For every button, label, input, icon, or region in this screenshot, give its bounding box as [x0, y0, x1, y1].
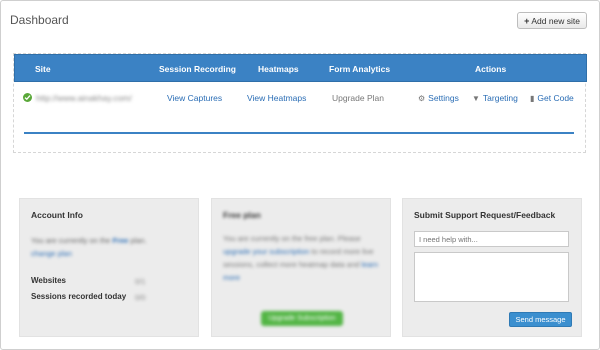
free-plan-title: Free plan	[223, 210, 261, 220]
plus-icon: +	[524, 15, 530, 26]
plan-text: You are currently on the	[31, 236, 111, 245]
account-info-title: Account Info	[31, 210, 83, 220]
view-captures-link[interactable]: View Captures	[167, 93, 222, 103]
plan-name: Free	[112, 236, 129, 245]
settings-label: Settings	[428, 93, 459, 103]
page-title: Dashboard	[10, 13, 69, 27]
upgrade-subscription-button[interactable]: Upgrade Subscription	[261, 311, 343, 326]
free-plan-card: Free plan You are currently on the free …	[211, 198, 391, 337]
get-code-label: Get Code	[537, 93, 574, 103]
column-header-site: Site	[35, 64, 51, 74]
targeting-link[interactable]: ▼ Targeting	[472, 93, 518, 103]
change-plan-label: change plan	[31, 249, 72, 258]
sites-panel: Site Session Recording Heatmaps Form Ana…	[13, 53, 587, 153]
support-title: Submit Support Request/Feedback	[414, 210, 556, 220]
sites-table-header: Site Session Recording Heatmaps Form Ana…	[14, 54, 587, 82]
account-info-card: Account Info You are currently on the Fr…	[19, 198, 199, 337]
dashboard-window: Dashboard + Add new site Site Session Re…	[0, 0, 600, 350]
change-plan-link[interactable]: change plan	[31, 249, 72, 258]
column-header-actions: Actions	[475, 64, 507, 74]
add-new-site-label: Add new site	[531, 15, 580, 26]
free-plan-description: You are currently on the free plan. Plea…	[223, 232, 383, 284]
view-heatmaps-link[interactable]: View Heatmaps	[247, 93, 306, 103]
site-url[interactable]: http://www.ainakhay.com/	[36, 93, 132, 103]
upgrade-subscription-link[interactable]: upgrade your subscription	[223, 247, 309, 256]
sessions-recorded-label: Sessions recorded today	[31, 292, 127, 301]
add-new-site-button[interactable]: + Add new site	[517, 12, 587, 29]
plan-status-text: You are currently on the Free plan.	[31, 236, 147, 245]
support-card: Submit Support Request/Feedback Send mes…	[402, 198, 582, 337]
websites-count: 0/1	[135, 277, 146, 286]
websites-label: Websites	[31, 276, 66, 285]
filter-icon: ▼	[472, 93, 480, 103]
settings-link[interactable]: ⚙ Settings	[418, 93, 459, 103]
bookmark-icon: ▮	[530, 93, 535, 103]
check-circle-icon	[23, 93, 32, 102]
targeting-label: Targeting	[482, 93, 518, 103]
gear-icon: ⚙	[418, 93, 426, 103]
sessions-recorded-count: 0/0	[135, 293, 146, 302]
get-code-link[interactable]: ▮ Get Code	[530, 93, 574, 103]
support-subject-input[interactable]	[414, 231, 569, 247]
send-message-button[interactable]: Send message	[509, 312, 572, 327]
column-header-session-recording: Session Recording	[159, 64, 236, 74]
free-plan-text-1: You are currently on the free plan. Plea…	[223, 234, 361, 243]
table-divider	[24, 132, 574, 134]
table-row: http://www.ainakhay.com/ View Captures V…	[14, 90, 585, 110]
upgrade-plan-link[interactable]: Upgrade Plan	[332, 93, 384, 103]
column-header-form-analytics: Form Analytics	[329, 64, 391, 74]
column-header-heatmaps: Heatmaps	[258, 64, 299, 74]
plan-suffix: plan.	[130, 236, 147, 245]
support-message-textarea[interactable]	[414, 252, 569, 302]
